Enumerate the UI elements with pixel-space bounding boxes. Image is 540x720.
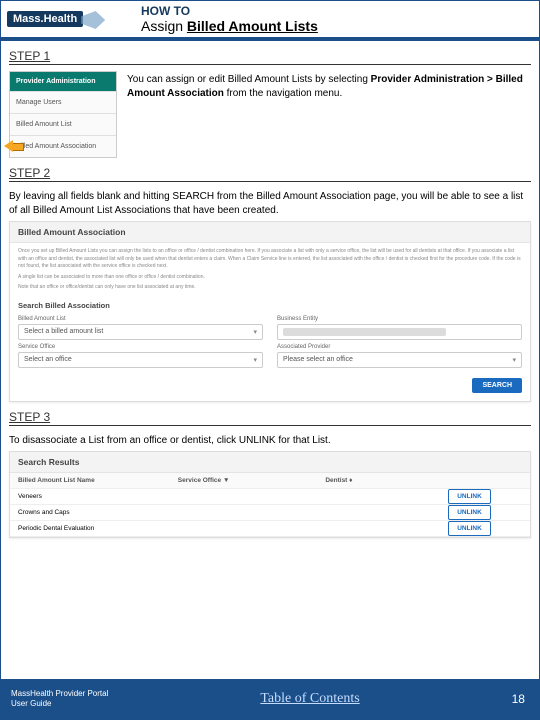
table-row: Veneers UNLINK <box>10 489 530 505</box>
panel-desc-3: Note that an office or office/dentist ca… <box>18 284 522 292</box>
step-1-text: You can assign or edit Billed Amount Lis… <box>127 71 531 158</box>
sidenav-item-billed-amount-list: Billed Amount List <box>10 113 116 135</box>
chevron-down-icon: ▾ <box>253 356 257 364</box>
field-label: Service Office <box>18 344 263 350</box>
billed-amount-list-select[interactable]: Select a billed amount list ▾ <box>18 324 263 340</box>
select-value: Select a billed amount list <box>24 328 103 335</box>
panel-desc-2: A single list can be associated to more … <box>18 274 522 282</box>
search-subhead: Search Billed Association <box>10 297 530 312</box>
field-service-office: Service Office Select an office ▾ <box>18 344 263 368</box>
content: STEP 1 Provider Administration Manage Us… <box>1 41 539 679</box>
sidenav-item-manage-users: Manage Users <box>10 91 116 113</box>
chevron-down-icon: ▾ <box>253 328 257 336</box>
results-table: Billed Amount List Name Service Office ▼… <box>10 473 530 537</box>
logo-text: Mass.Health <box>13 13 77 25</box>
field-associated-provider: Associated Provider Please select an off… <box>277 344 522 368</box>
footer: MassHealth Provider Portal User Guide Ta… <box>1 679 539 719</box>
step-2-text: By leaving all fields blank and hitting … <box>9 188 531 217</box>
association-panel-desc: Once you set up Billed Amount Lists you … <box>10 243 530 297</box>
sidenav-item-label: Billed Amount Association <box>16 143 96 150</box>
howto-label: HOW TO <box>141 4 539 18</box>
logo-area: Mass.Health <box>1 1 121 41</box>
footer-line2: User Guide <box>11 699 108 709</box>
panel-actions: SEARCH <box>10 374 530 401</box>
footer-left: MassHealth Provider Portal User Guide <box>11 689 108 708</box>
page-number: 18 <box>512 692 525 706</box>
field-label: Billed Amount List <box>18 316 263 322</box>
table-row: Periodic Dental Evaluation UNLINK <box>10 521 530 537</box>
field-billed-amount-list: Billed Amount List Select a billed amoun… <box>18 316 263 340</box>
results-panel-title: Search Results <box>10 452 530 473</box>
cell-name: Periodic Dental Evaluation <box>18 525 178 532</box>
toc-link[interactable]: Table of Contents <box>260 691 359 707</box>
panel-desc-1: Once you set up Billed Amount Lists you … <box>18 248 522 271</box>
redacted-value <box>283 328 446 336</box>
chevron-down-icon: ▾ <box>512 356 516 364</box>
unlink-button[interactable]: UNLINK <box>448 489 491 504</box>
association-panel-title: Billed Amount Association <box>10 222 530 243</box>
step-1-label: STEP 1 <box>9 49 531 65</box>
title-plain: Assign <box>141 18 187 34</box>
select-value: Please select an office <box>283 356 353 363</box>
field-label: Associated Provider <box>277 344 522 350</box>
sidenav-item-billed-amount-association: Billed Amount Association <box>10 135 116 157</box>
table-header: Billed Amount List Name Service Office ▼… <box>10 473 530 489</box>
results-panel: Search Results Billed Amount List Name S… <box>9 451 531 538</box>
step1-text-a: You can assign or edit Billed Amount Lis… <box>127 74 371 85</box>
step-3-text: To disassociate a List from an office or… <box>9 432 531 448</box>
page: Mass.Health HOW TO Assign Billed Amount … <box>0 0 540 720</box>
service-office-select[interactable]: Select an office ▾ <box>18 352 263 368</box>
unlink-button[interactable]: UNLINK <box>448 505 491 520</box>
select-value: Select an office <box>24 356 72 363</box>
step1-text-c: from the navigation menu. <box>224 88 342 99</box>
search-form: Billed Amount List Select a billed amoun… <box>10 312 530 374</box>
col-name[interactable]: Billed Amount List Name <box>18 477 178 484</box>
field-label: Business Entity <box>277 316 522 322</box>
step-2-label: STEP 2 <box>9 166 531 182</box>
logo: Mass.Health <box>7 11 83 27</box>
table-row: Crowns and Caps UNLINK <box>10 505 530 521</box>
step-1-body: Provider Administration Manage Users Bil… <box>9 71 531 158</box>
col-office[interactable]: Service Office ▼ <box>178 477 326 484</box>
step-3-label: STEP 3 <box>9 410 531 426</box>
unlink-button[interactable]: UNLINK <box>448 521 491 536</box>
title-bold: Billed Amount Lists <box>187 18 318 34</box>
title-area: HOW TO Assign Billed Amount Lists <box>121 1 539 41</box>
associated-provider-select[interactable]: Please select an office ▾ <box>277 352 522 368</box>
state-shape-icon <box>81 11 105 29</box>
callout-arrow-icon <box>4 140 24 152</box>
search-button[interactable]: SEARCH <box>472 378 522 393</box>
footer-line1: MassHealth Provider Portal <box>11 689 108 699</box>
sidenav-head: Provider Administration <box>10 72 116 91</box>
association-panel: Billed Amount Association Once you set u… <box>9 221 531 402</box>
sidenav-screenshot: Provider Administration Manage Users Bil… <box>9 71 117 158</box>
business-entity-display <box>277 324 522 340</box>
page-title: Assign Billed Amount Lists <box>141 18 539 34</box>
cell-name: Crowns and Caps <box>18 509 178 516</box>
header: Mass.Health HOW TO Assign Billed Amount … <box>1 1 539 41</box>
field-business-entity: Business Entity <box>277 316 522 340</box>
col-dentist[interactable]: Dentist ♦ <box>325 477 448 484</box>
cell-name: Veneers <box>18 493 178 500</box>
